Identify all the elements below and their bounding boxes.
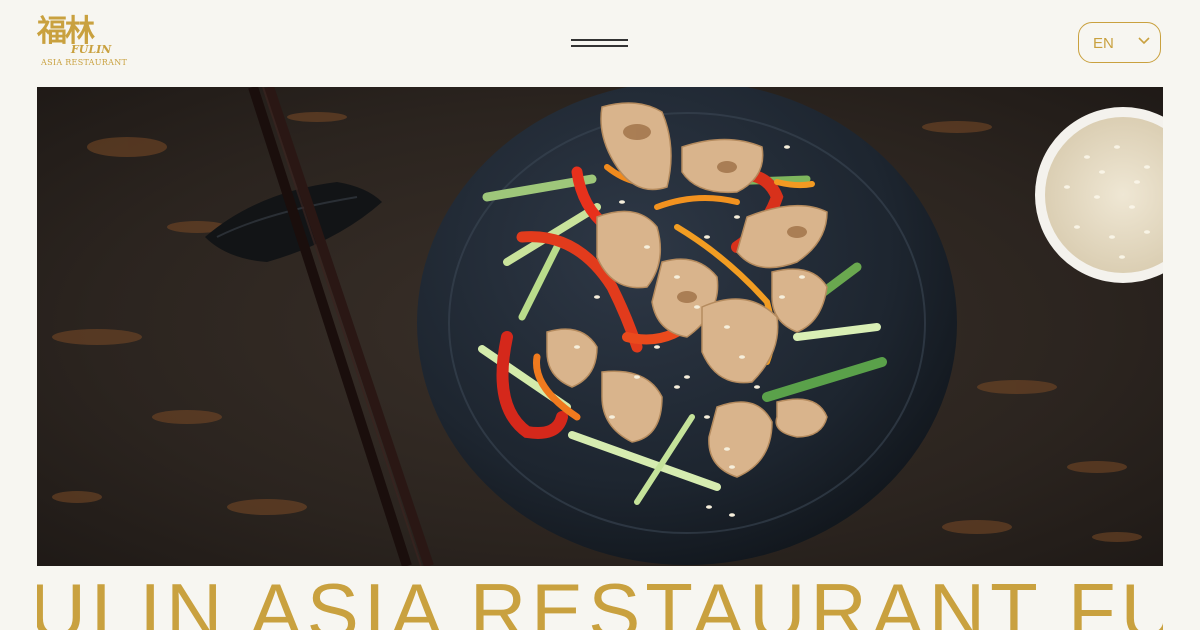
language-select[interactable]: EN [1078,22,1161,63]
logo-subtitle: ASIA RESTAURANT [41,58,128,67]
language-selected-value: EN [1093,35,1114,52]
logo[interactable]: 福林 FULIN ASIA RESTAURANT [37,15,127,71]
menu-toggle-button[interactable] [571,36,628,50]
brand-marquee: FULIN ASIA RESTAURANT FULIN ASIA RESTAUR… [37,568,1163,630]
marquee-text: FULIN ASIA RESTAURANT FULIN ASIA RESTAUR… [37,568,1163,630]
hero-image [37,87,1163,566]
chevron-down-icon [1138,37,1150,45]
logo-wordmark: FULIN [71,43,112,56]
dish-photo [37,87,1163,566]
